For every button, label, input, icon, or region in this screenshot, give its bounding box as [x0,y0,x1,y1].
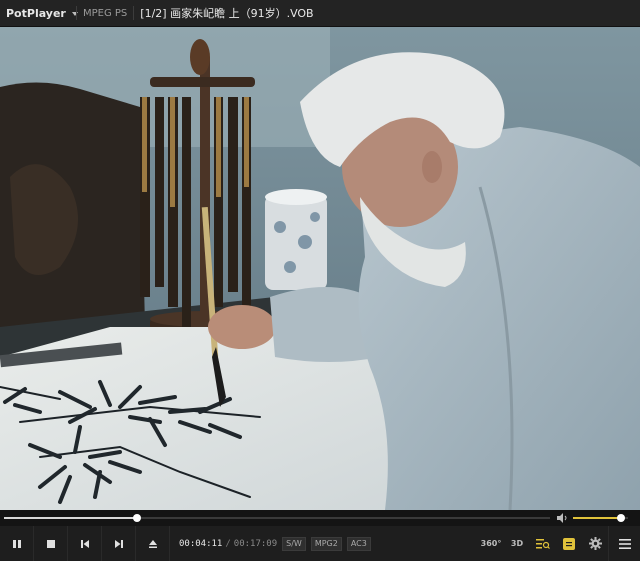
pause-button[interactable] [0,526,34,561]
360-button[interactable]: 360° [478,526,504,561]
video-frame [0,27,640,510]
audio-codec-badge[interactable]: AC3 [346,536,371,551]
seek-handle[interactable] [133,514,142,522]
subtitle-button[interactable] [556,526,582,561]
current-time: 00:04:11 [179,538,223,549]
sw-badge[interactable]: S/W [282,536,306,551]
total-time: 00:17:09 [233,538,278,549]
eject-icon [148,539,157,548]
app-menu-button[interactable]: PotPlayer [0,0,78,27]
control-bar: 00:04:11 / 00:17:09 S/W MPG2 AC3 360° 3D [0,526,640,561]
previous-button[interactable] [68,526,102,561]
video-area[interactable] [0,27,640,510]
media-title: [1/2] 画家朱屺瞻 上（91岁）.VOB [140,7,314,20]
app-name: PotPlayer [6,6,66,20]
previous-icon [80,539,89,548]
settings-button[interactable] [582,526,608,561]
stop-button[interactable] [34,526,68,561]
settings-icon [588,537,602,550]
time-display[interactable]: 00:04:11 / 00:17:09 [179,539,277,549]
subtitle-icon [563,537,575,550]
3d-button[interactable]: 3D [504,526,530,561]
divider [76,6,77,20]
seek-progress [4,517,138,519]
next-button[interactable] [102,526,136,561]
playlist-button[interactable] [530,526,556,561]
menu-button[interactable] [608,526,640,561]
video-codec-badge[interactable]: MPG2 [310,536,342,551]
title-bar: PotPlayer MPEG PS [1/2] 画家朱屺瞻 上（91岁）.VOB [0,0,640,27]
playlist-icon [536,538,550,549]
right-toolbar: 360° 3D [478,526,640,561]
360-icon: 360° [480,539,502,548]
next-icon [114,539,123,548]
divider [133,6,135,20]
volume-handle[interactable] [616,514,625,522]
seek-row [0,510,640,526]
volume-level [573,517,621,519]
eject-button[interactable] [136,526,170,561]
stop-icon [46,539,55,548]
pause-icon [12,539,21,548]
stream-format: MPEG PS [83,7,128,19]
volume-slider[interactable] [573,514,628,522]
3d-icon: 3D [510,539,524,548]
menu-icon [618,538,631,549]
seek-bar[interactable] [4,514,550,522]
time-separator: / [225,538,231,549]
volume-icon[interactable] [557,513,569,523]
